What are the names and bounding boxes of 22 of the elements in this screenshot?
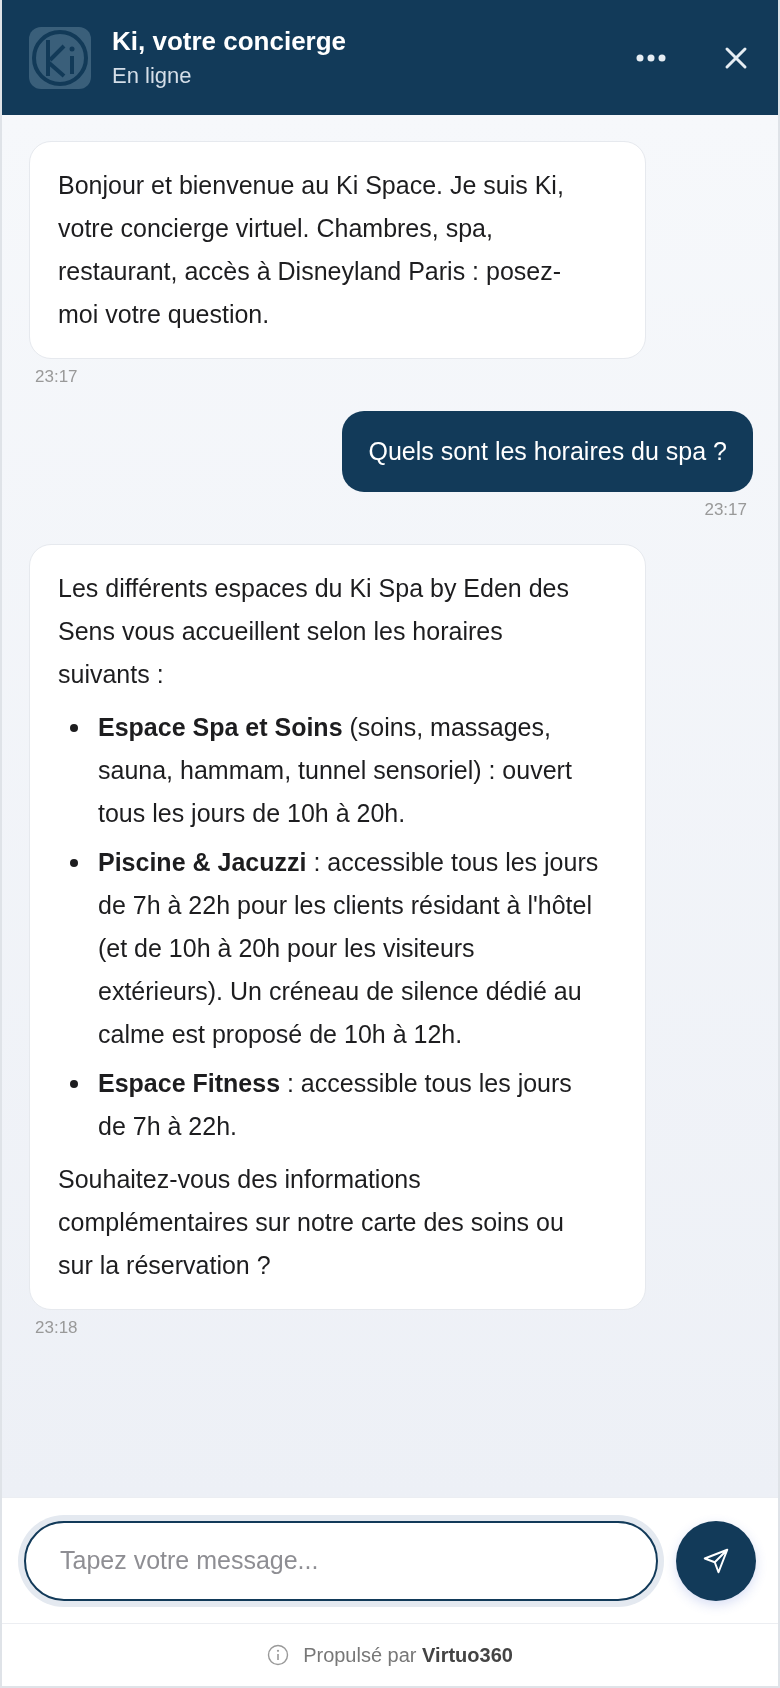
- list-item-text: Espace Fitness : accessible tous les jours de 7h à 22h.: [98, 1068, 573, 1142]
- chat-title: Ki, votre concierge: [112, 26, 348, 57]
- message-time: 23:18: [35, 1318, 79, 1338]
- message-text: Les différents espaces du Ki Spa by Eden des Sens vous accueillent selon les horaires suivants :: [58, 573, 570, 690]
- logo-icon: [28, 25, 92, 90]
- list-item-text: Piscine & Jacuzzi : accessible tous les jours de 7h à 22h pour les clients résidant à l'hôtel (et de 10h à 20h pour les visiteurs extérieurs). Un créneau de silence dédié au calme est proposé de 10h à 12h.: [98, 847, 599, 1050]
- message-text: Quels sont les horaires du spa ?: [368, 436, 727, 467]
- powered-by-text: Propulsé par Virtuo360: [303, 1643, 513, 1667]
- message-input[interactable]: Tapez votre message...: [24, 1520, 658, 1601]
- message-time: 23:17: [704, 500, 747, 520]
- message-text: Bonjour et bienvenue au Ki Space. Je suis Ki, votre concierge virtuel. Chambres, spa, restaurant, accès à Disneyland Paris : posez-moi votre question.: [58, 170, 565, 330]
- close-icon: [724, 45, 748, 70]
- status-text: En ligne: [112, 63, 193, 89]
- send-button[interactable]: [676, 1520, 756, 1601]
- info-icon: [267, 1644, 290, 1666]
- bullet-icon: [70, 859, 78, 867]
- message-text: Souhaitez-vous des informations complémentaires sur notre carte des soins ou sur la réservation ?: [58, 1164, 565, 1281]
- more-icon: [636, 53, 666, 62]
- bullet-icon: [70, 1080, 78, 1088]
- list-item-text: Espace Spa et Soins (soins, massages, sauna, hammam, tunnel sensoriel) : ouvert tous les jours de 10h à 20h.: [98, 712, 573, 829]
- bullet-icon: [70, 724, 78, 732]
- message-time: 23:17: [35, 367, 79, 387]
